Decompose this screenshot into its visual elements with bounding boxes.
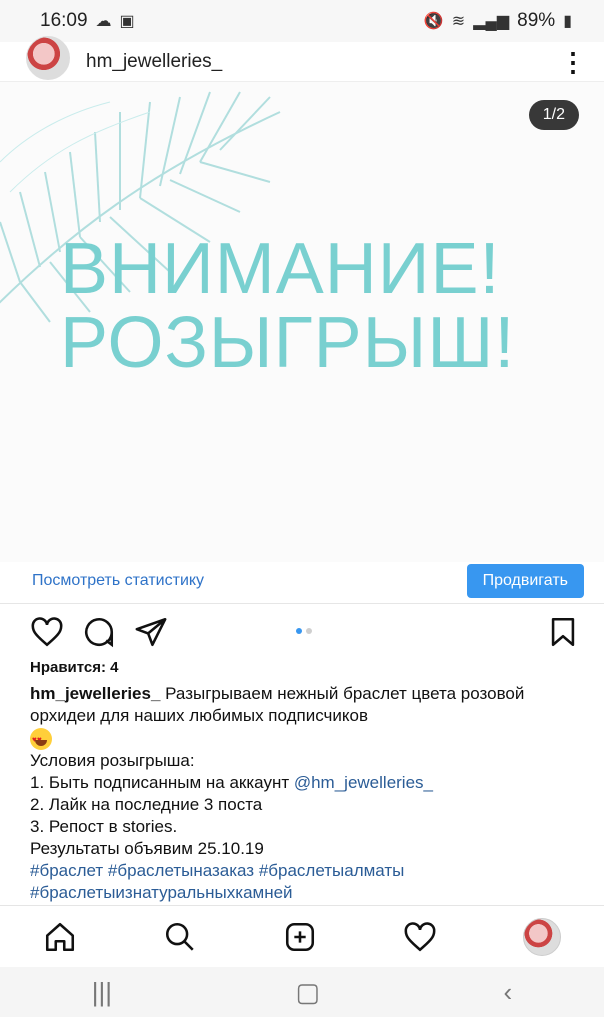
- heart-eyes-emoji: [30, 727, 52, 751]
- avatar[interactable]: [26, 35, 70, 80]
- emoji-line: [30, 727, 590, 751]
- recent-apps-icon[interactable]: |||: [92, 977, 112, 1008]
- bottom-nav: [0, 905, 604, 968]
- caption-username[interactable]: hm_jewelleries_: [30, 684, 160, 703]
- add-post-icon[interactable]: [283, 920, 317, 954]
- signal-icon: ▂▄▆: [473, 13, 510, 30]
- share-icon[interactable]: [134, 615, 168, 649]
- results-date: Результаты объявим 25.10.19: [30, 838, 264, 858]
- carousel-dot: [306, 628, 312, 634]
- bookmark-icon[interactable]: [546, 615, 580, 649]
- home-button-icon[interactable]: ▢: [295, 977, 320, 1008]
- carousel-dots: [296, 628, 312, 634]
- condition-3: 3. Репост в stories.: [30, 816, 178, 836]
- profile-avatar[interactable]: [523, 918, 561, 956]
- search-icon[interactable]: [163, 920, 197, 954]
- heart-icon[interactable]: [30, 615, 64, 649]
- comment-icon[interactable]: [82, 615, 116, 649]
- mute-icon: 🔇: [423, 13, 444, 30]
- headline-line-1: ВНИМАНИЕ!: [60, 229, 501, 309]
- mention-link[interactable]: @hm_jewelleries_: [294, 773, 433, 792]
- hashtags-line-2[interactable]: #браслетыизнатуральныхкамней: [30, 882, 590, 904]
- home-icon[interactable]: [43, 920, 77, 954]
- hashtags-line-1[interactable]: #браслет #браслетыназаказ #браслетыалмат…: [30, 860, 590, 882]
- condition-1-text: 1. Быть подписанным на аккаунт: [30, 772, 294, 792]
- carousel-dot-active: [296, 628, 302, 634]
- headline-line-2: РОЗЫГРЫШ!: [60, 303, 516, 383]
- post-username[interactable]: hm_jewelleries_: [86, 51, 222, 73]
- back-icon[interactable]: ‹: [504, 977, 513, 1008]
- battery-icon: ▮: [563, 13, 572, 30]
- condition-2: 2. Лайк на последние 3 поста: [30, 794, 263, 814]
- promo-row: Посмотреть статистику Продвигать: [0, 558, 604, 604]
- view-insights-link[interactable]: Посмотреть статистику: [32, 572, 204, 590]
- caption-intro: hm_jewelleries_ Разыгрываем нежный брасл…: [30, 683, 590, 727]
- likes-count[interactable]: Нравится: 4: [30, 657, 590, 679]
- post-header: hm_jewelleries_ ⋮: [0, 35, 604, 82]
- post-image[interactable]: 1/2 ВНИМАНИЕ! РОЗЫГРЫШ!: [0, 82, 604, 562]
- status-bar: 16:09 ☁ ▣ 🔇 ≋ ▂▄▆ 89% ▮: [0, 0, 604, 42]
- wifi-icon: ≋: [451, 13, 466, 30]
- gallery-icon: ▣: [119, 13, 135, 30]
- post-headline: ВНИМАНИЕ! РОЗЫГРЫШ!: [60, 232, 600, 380]
- activity-heart-icon[interactable]: [403, 920, 437, 954]
- status-right: 🔇 ≋ ▂▄▆ 89% ▮: [424, 10, 572, 32]
- status-time: 16:09: [40, 10, 88, 31]
- conditions-title: Условия розыгрыша:: [30, 750, 195, 770]
- promote-button[interactable]: Продвигать: [466, 563, 584, 598]
- carousel-counter: 1/2: [528, 100, 579, 130]
- status-left: 16:09 ☁ ▣: [40, 10, 135, 32]
- cloud-icon: ☁: [95, 13, 112, 30]
- battery-percent: 89%: [517, 10, 556, 31]
- system-nav: ||| ▢ ‹: [0, 967, 604, 1017]
- post-caption: Нравится: 4 hm_jewelleries_ Разыгрываем …: [30, 657, 590, 904]
- more-options-icon[interactable]: ⋮: [560, 49, 586, 75]
- condition-1: 1. Быть подписанным на аккаунт @hm_jewel…: [30, 772, 590, 794]
